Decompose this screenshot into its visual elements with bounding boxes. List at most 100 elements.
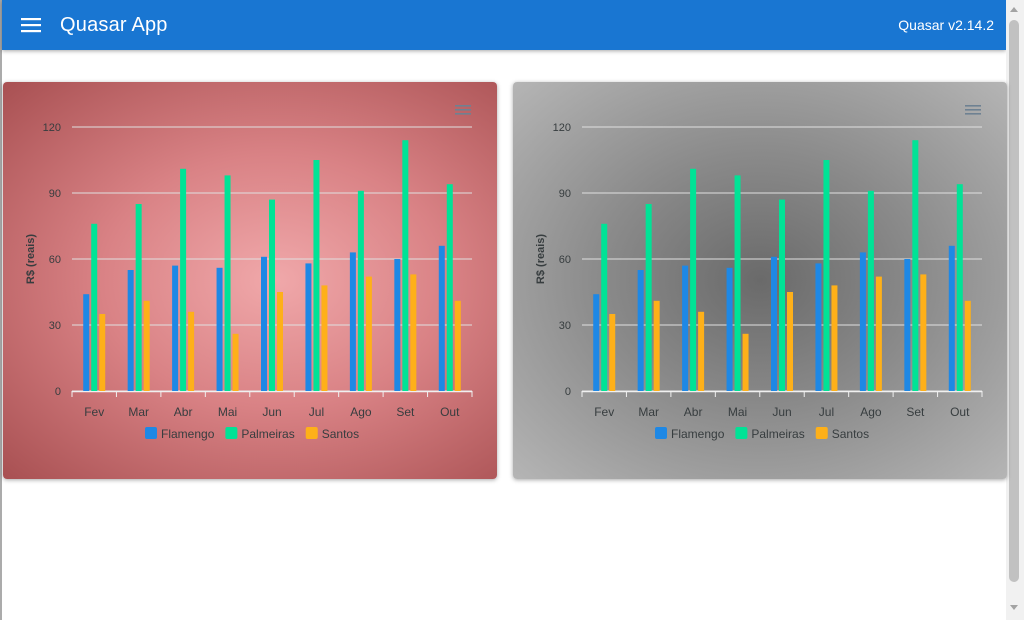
- x-tick-label: Mai: [728, 405, 747, 419]
- bar-flamengo[interactable]: [948, 245, 955, 391]
- bar-santos[interactable]: [698, 311, 705, 391]
- bar-santos[interactable]: [321, 285, 328, 391]
- x-tick-label: Fev: [594, 405, 614, 419]
- x-tick-label: Abr: [684, 405, 703, 419]
- legend-marker: [815, 427, 828, 439]
- x-tick-label: Mar: [128, 405, 149, 419]
- bar-santos[interactable]: [277, 292, 283, 391]
- bar-chart-1: 0 30 60 90 120 R$ (reais) Fev Mar Abr Mai Jun Jul Ag…: [25, 105, 473, 441]
- bar-santos[interactable]: [831, 285, 838, 391]
- y-tick-label: 120: [43, 122, 61, 134]
- bar-palmeiras[interactable]: [402, 140, 409, 391]
- bar-santos[interactable]: [188, 311, 195, 391]
- y-tick-label: 90: [559, 188, 571, 200]
- chart-menu-icon-line: [455, 113, 471, 115]
- bar-flamengo[interactable]: [349, 252, 356, 391]
- bar-santos[interactable]: [787, 292, 793, 391]
- chart-menu-icon-line: [965, 105, 981, 107]
- bar-santos[interactable]: [232, 333, 239, 391]
- chart-menu-icon-line: [965, 113, 981, 115]
- y-tick-label: 120: [553, 122, 571, 134]
- x-tick-label: Mar: [638, 405, 659, 419]
- bar-palmeiras[interactable]: [823, 160, 830, 391]
- y-axis-label: R$ (reais): [535, 234, 547, 284]
- bar-palmeiras[interactable]: [867, 190, 874, 391]
- x-tick-label: Mai: [218, 405, 237, 419]
- menu-button[interactable]: [2, 0, 60, 50]
- x-tick-label: Abr: [174, 405, 193, 419]
- bar-flamengo[interactable]: [859, 252, 866, 391]
- legend-item-santos[interactable]: Santos: [305, 427, 359, 441]
- legend-item-palmeiras[interactable]: Palmeiras: [225, 427, 295, 441]
- y-tick-label: 30: [49, 320, 61, 332]
- bar-santos[interactable]: [410, 274, 417, 391]
- bar-flamengo[interactable]: [637, 270, 644, 391]
- bar-palmeiras[interactable]: [313, 160, 320, 391]
- bar-flamengo[interactable]: [261, 256, 267, 391]
- y-tick-label: 30: [559, 320, 571, 332]
- scrollbar-thumb[interactable]: [1009, 20, 1019, 582]
- bar-flamengo[interactable]: [394, 259, 401, 391]
- bar-palmeiras[interactable]: [269, 199, 275, 391]
- bar-santos[interactable]: [653, 300, 660, 391]
- app-title: Quasar App: [60, 13, 168, 36]
- bar-flamengo[interactable]: [771, 256, 777, 391]
- bar-flamengo[interactable]: [682, 265, 689, 391]
- y-tick-label: 0: [55, 386, 61, 398]
- bar-santos[interactable]: [143, 300, 150, 391]
- app-version: Quasar v2.14.2: [898, 17, 994, 33]
- bar-flamengo[interactable]: [904, 259, 911, 391]
- bar-palmeiras[interactable]: [180, 168, 187, 391]
- bar-palmeiras[interactable]: [135, 204, 142, 391]
- bar-palmeiras[interactable]: [446, 184, 453, 391]
- x-tick-label: Set: [906, 405, 925, 419]
- bar-flamengo[interactable]: [172, 265, 179, 391]
- bar-palmeiras[interactable]: [601, 223, 608, 391]
- bar-palmeiras[interactable]: [91, 223, 98, 391]
- bar-santos[interactable]: [454, 300, 461, 391]
- legend-marker: [225, 427, 238, 439]
- legend-label: Flamengo: [671, 427, 725, 441]
- chart-menu-icon[interactable]: [455, 105, 471, 115]
- legend-marker: [305, 427, 318, 439]
- bar-palmeiras[interactable]: [912, 140, 919, 391]
- bar-flamengo[interactable]: [438, 245, 445, 391]
- bar-palmeiras[interactable]: [779, 199, 785, 391]
- bar-palmeiras[interactable]: [690, 168, 697, 391]
- bar-santos[interactable]: [609, 314, 616, 391]
- bar-flamengo[interactable]: [593, 294, 600, 391]
- bar-palmeiras[interactable]: [224, 175, 231, 391]
- chart-menu-icon[interactable]: [965, 105, 981, 115]
- scroll-down-arrow-icon[interactable]: [1010, 605, 1018, 610]
- legend-marker: [655, 427, 667, 439]
- legend-label: Santos: [832, 427, 869, 441]
- legend-item-palmeiras[interactable]: Palmeiras: [735, 427, 805, 441]
- bar-flamengo[interactable]: [815, 263, 822, 391]
- legend-label: Santos: [322, 427, 359, 441]
- y-tick-label: 60: [49, 254, 61, 266]
- bar-palmeiras[interactable]: [357, 190, 364, 391]
- bar-flamengo[interactable]: [83, 294, 90, 391]
- bar-flamengo[interactable]: [726, 267, 733, 391]
- chart-menu-icon-line: [455, 105, 471, 107]
- scroll-up-arrow-icon[interactable]: [1010, 7, 1018, 12]
- x-tick-label: Jul: [309, 405, 324, 419]
- bar-palmeiras[interactable]: [645, 204, 652, 391]
- bar-flamengo[interactable]: [127, 270, 134, 391]
- x-tick-label: Out: [440, 405, 460, 419]
- bar-santos[interactable]: [742, 333, 749, 391]
- bar-flamengo[interactable]: [305, 263, 312, 391]
- x-tick-label: Out: [950, 405, 970, 419]
- bar-santos[interactable]: [99, 314, 106, 391]
- bar-santos[interactable]: [964, 300, 971, 391]
- bar-santos[interactable]: [920, 274, 927, 391]
- bar-flamengo[interactable]: [216, 267, 223, 391]
- bar-santos[interactable]: [365, 276, 372, 391]
- bar-santos[interactable]: [875, 276, 882, 391]
- legend-item-flamengo[interactable]: Flamengo: [655, 427, 725, 441]
- bar-palmeiras[interactable]: [956, 184, 963, 391]
- legend-item-flamengo[interactable]: Flamengo: [145, 427, 215, 441]
- bar-palmeiras[interactable]: [734, 175, 741, 391]
- legend-marker: [145, 427, 157, 439]
- legend-item-santos[interactable]: Santos: [815, 427, 869, 441]
